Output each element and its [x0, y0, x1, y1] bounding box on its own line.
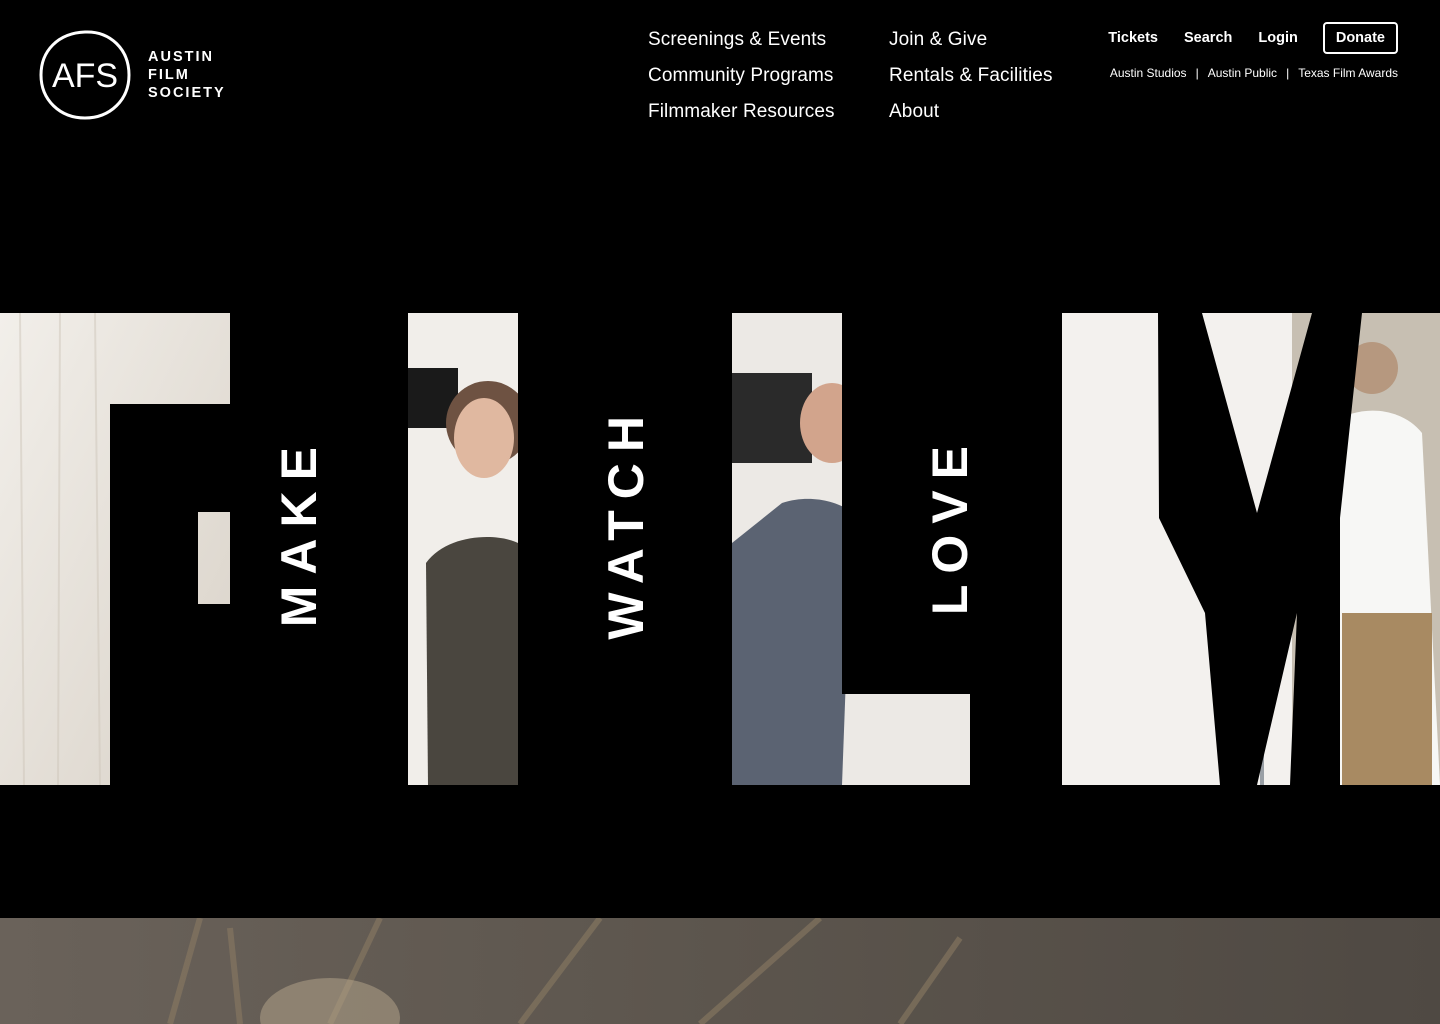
hero-word-watch: WATCH	[598, 405, 654, 640]
wordmark-line-2: FILM	[148, 67, 190, 83]
next-section-image	[0, 918, 1440, 1024]
nav-community-programs[interactable]: Community Programs	[648, 58, 835, 94]
nav-rentals-facilities[interactable]: Rentals & Facilities	[889, 58, 1053, 94]
nav-filmmaker-resources[interactable]: Filmmaker Resources	[648, 94, 835, 130]
login-link[interactable]: Login	[1258, 30, 1297, 46]
wordmark-line-3: SOCIETY	[148, 85, 226, 101]
affiliate-links: Austin Studios | Austin Public | Texas F…	[1110, 66, 1398, 80]
utility-nav: Tickets Search Login Donate	[1108, 22, 1398, 54]
hero-film-banner: F I L	[0, 313, 1440, 785]
logo-wordmark: AUSTIN FILM SOCIETY	[148, 48, 226, 102]
nav-join-give[interactable]: Join & Give	[889, 22, 1053, 58]
separator: |	[1195, 66, 1199, 80]
austin-public-link[interactable]: Austin Public	[1208, 66, 1277, 80]
afs-logo[interactable]: AFS AUSTIN FILM SOCIETY	[38, 29, 226, 121]
svg-text:AFS: AFS	[52, 57, 118, 95]
hero-letter-f: F	[0, 313, 230, 785]
main-nav-column-1: Screenings & Events Community Programs F…	[648, 22, 835, 130]
nav-about[interactable]: About	[889, 94, 1053, 130]
hero-word-make: MAKE	[271, 436, 327, 628]
site-header: AFS AUSTIN FILM SOCIETY Screenings & Eve…	[0, 0, 1440, 150]
hero-letter-m: M	[1062, 313, 1440, 785]
texas-film-awards-link[interactable]: Texas Film Awards	[1298, 66, 1398, 80]
nav-screenings-events[interactable]: Screenings & Events	[648, 22, 835, 58]
hero-letter-i: I	[408, 313, 518, 785]
search-link[interactable]: Search	[1184, 30, 1232, 46]
austin-studios-link[interactable]: Austin Studios	[1110, 66, 1187, 80]
separator: |	[1286, 66, 1290, 80]
donate-button[interactable]: Donate	[1322, 22, 1398, 54]
tickets-link[interactable]: Tickets	[1108, 30, 1158, 46]
main-nav-column-2: Join & Give Rentals & Facilities About	[889, 22, 1053, 130]
wordmark-line-1: AUSTIN	[148, 49, 214, 65]
afs-logo-mark: AFS	[39, 30, 131, 120]
hero-word-love: LOVE	[922, 435, 978, 616]
